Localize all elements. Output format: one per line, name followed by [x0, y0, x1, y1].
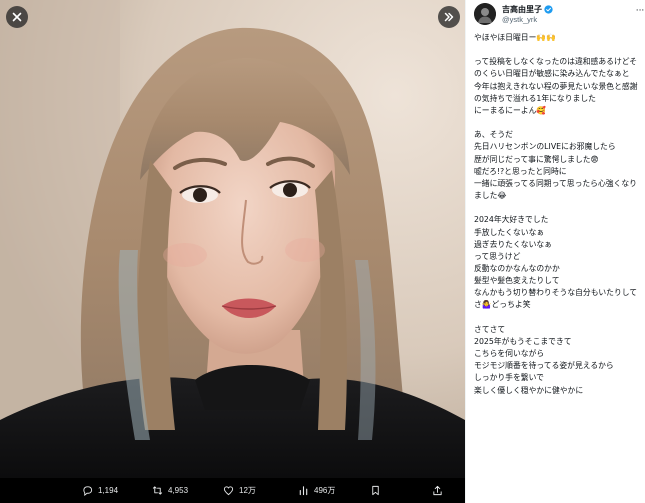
like-button[interactable]: 12万	[223, 485, 256, 496]
double-chevron-right-icon	[444, 12, 454, 22]
portrait-image	[0, 0, 465, 478]
tweet-text: やほやほ日曜日ー🙌🙌 って投稿をしなくなったのは違和感あるけどそのくらい日曜日が…	[474, 33, 638, 395]
author-display-name[interactable]: 吉高由里子	[502, 4, 553, 15]
views-button[interactable]: 496万	[298, 485, 335, 496]
retweet-count: 4,953	[168, 486, 189, 495]
close-button[interactable]	[6, 6, 28, 28]
retweet-button[interactable]: 4,953	[152, 485, 188, 496]
tweet-action-bar: 1,194 4,953 12万 496万	[0, 478, 465, 503]
heart-icon	[223, 486, 234, 496]
verified-badge-icon	[544, 5, 553, 14]
expand-panel-button[interactable]	[438, 6, 460, 28]
like-count: 12万	[239, 486, 256, 495]
tweet-header: 吉高由里子 @ystk_yrk ···	[474, 3, 644, 25]
close-icon	[12, 12, 22, 22]
bookmark-button[interactable]	[370, 485, 381, 496]
media-viewer: 1,194 4,953 12万 496万	[0, 0, 465, 503]
bar-chart-icon	[299, 486, 308, 496]
share-icon	[433, 485, 442, 496]
reply-icon	[83, 486, 93, 496]
author-name-text: 吉高由里子	[502, 5, 542, 14]
reply-count: 1,194	[98, 486, 119, 495]
author-handle[interactable]: @ystk_yrk	[502, 15, 537, 24]
tweet-panel: 吉高由里子 @ystk_yrk ··· やほやほ日曜日ー🙌🙌 って投稿をしなくな…	[465, 0, 645, 503]
reply-button[interactable]: 1,194	[82, 485, 118, 496]
avatar[interactable]	[474, 3, 496, 25]
view-count: 496万	[314, 486, 336, 495]
share-button[interactable]	[432, 485, 443, 496]
bookmark-icon	[372, 485, 379, 496]
tweet-photo[interactable]	[0, 0, 465, 478]
more-icon: ···	[635, 6, 645, 16]
avatar-image	[474, 3, 496, 25]
more-options-button[interactable]: ···	[634, 6, 645, 16]
retweet-icon	[152, 486, 163, 495]
